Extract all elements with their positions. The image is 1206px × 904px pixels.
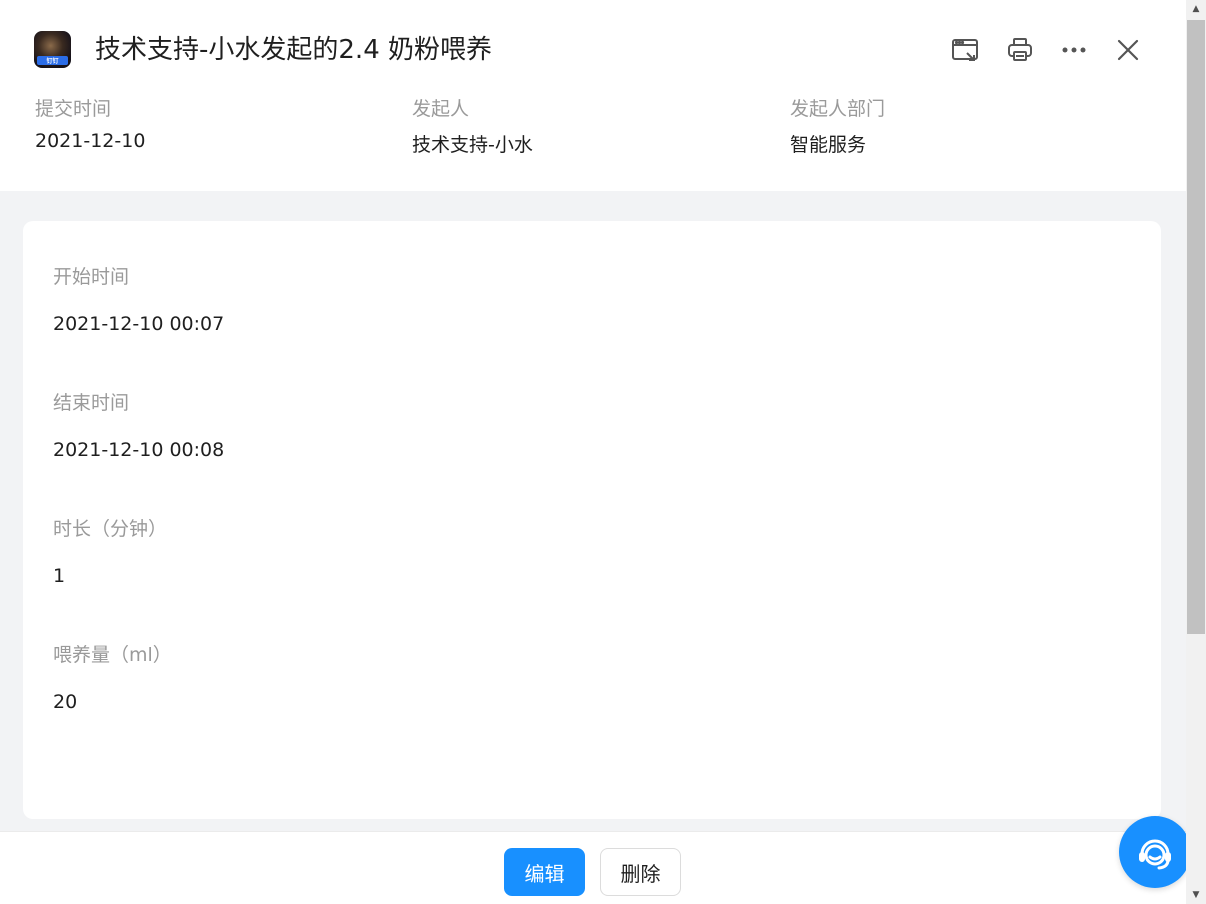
more-button[interactable] bbox=[1060, 36, 1088, 64]
initiator-value: 技术支持-小水 bbox=[412, 134, 533, 156]
feeding-amount-value: 20 bbox=[53, 691, 78, 713]
start-time-value: 2021-12-10 00:07 bbox=[53, 313, 225, 335]
edit-button[interactable]: 编辑 bbox=[504, 848, 585, 896]
submit-time-value: 2021-12-10 bbox=[35, 130, 146, 152]
form-detail-card bbox=[23, 221, 1161, 819]
scroll-down-arrow[interactable]: ▼ bbox=[1186, 886, 1206, 904]
headset-icon bbox=[1139, 839, 1171, 870]
start-time-label: 开始时间 bbox=[53, 266, 130, 288]
close-button[interactable] bbox=[1114, 36, 1142, 64]
end-time-value: 2021-12-10 00:08 bbox=[53, 439, 225, 461]
submit-time-label: 提交时间 bbox=[35, 98, 112, 120]
feeding-amount-label: 喂养量（ml） bbox=[53, 644, 172, 666]
end-time-label: 结束时间 bbox=[53, 392, 130, 414]
duration-label: 时长（分钟） bbox=[53, 518, 168, 540]
initiator-dept-value: 智能服务 bbox=[790, 134, 867, 156]
initiator-dept-label: 发起人部门 bbox=[790, 98, 886, 120]
delete-button[interactable]: 删除 bbox=[600, 848, 681, 896]
scroll-up-arrow[interactable]: ▲ bbox=[1186, 0, 1206, 18]
footer-bar bbox=[0, 831, 1186, 904]
header: 钉钉 技术支持-小水发起的2.4 奶粉喂养 提交时间 2021-12-10 发起… bbox=[0, 0, 1186, 191]
open-window-button[interactable] bbox=[951, 36, 979, 64]
scrollbar[interactable]: ▲ ▼ bbox=[1186, 0, 1206, 904]
app-logo-badge: 钉钉 bbox=[37, 56, 68, 65]
close-icon bbox=[1117, 39, 1139, 61]
app-logo: 钉钉 bbox=[34, 31, 71, 68]
print-icon bbox=[1008, 38, 1032, 61]
initiator-label: 发起人 bbox=[412, 98, 470, 120]
open-window-icon bbox=[952, 39, 978, 61]
approval-detail-window: 钉钉 技术支持-小水发起的2.4 奶粉喂养 提交时间 2021-12-10 发起… bbox=[0, 0, 1206, 904]
customer-service-button[interactable] bbox=[1119, 816, 1191, 888]
print-button[interactable] bbox=[1006, 36, 1034, 64]
duration-value: 1 bbox=[53, 565, 66, 587]
scroll-thumb[interactable] bbox=[1187, 20, 1205, 634]
more-icon bbox=[1062, 47, 1086, 53]
page-title: 技术支持-小水发起的2.4 奶粉喂养 bbox=[95, 35, 492, 65]
